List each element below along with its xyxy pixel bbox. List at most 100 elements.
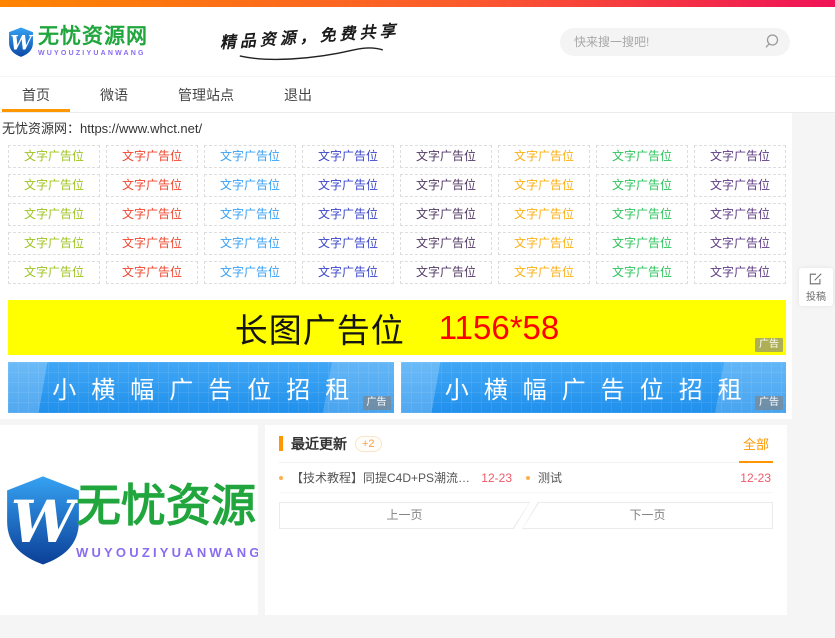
nav-item-label: 首页	[22, 85, 50, 105]
nav-item-logout[interactable]: 退出	[270, 77, 326, 112]
bottom-logo-title: 无忧资源网	[76, 481, 258, 531]
edit-compose-icon	[809, 272, 823, 286]
text-ad-slot[interactable]: 文字广告位	[8, 232, 100, 255]
nav-item-label: 微语	[100, 85, 128, 105]
text-ad-slot[interactable]: 文字广告位	[596, 261, 688, 284]
next-page-button[interactable]: 下一页	[522, 502, 773, 529]
recent-all-link[interactable]: 全部	[739, 426, 773, 463]
text-ad-grid: 文字广告位文字广告位文字广告位文字广告位文字广告位文字广告位文字广告位文字广告位…	[8, 145, 786, 284]
text-ad-slot[interactable]: 文字广告位	[694, 145, 786, 168]
text-ad-slot[interactable]: 文字广告位	[106, 203, 198, 226]
section-accent-bar	[279, 436, 283, 451]
text-ad-slot[interactable]: 文字广告位	[400, 232, 492, 255]
text-ad-slot[interactable]: 文字广告位	[694, 174, 786, 197]
recent-updates-title: 最近更新	[291, 434, 347, 454]
bullet-dot-icon	[526, 476, 530, 480]
text-ad-slot[interactable]: 文字广告位	[204, 232, 296, 255]
submit-post-label: 投稿	[806, 288, 826, 303]
next-page-label: 下一页	[522, 502, 773, 529]
text-ad-slot[interactable]: 文字广告位	[302, 145, 394, 168]
text-ad-slot[interactable]: 文字广告位	[204, 174, 296, 197]
text-ad-slot[interactable]: 文字广告位	[596, 174, 688, 197]
text-ad-slot[interactable]: 文字广告位	[400, 261, 492, 284]
ad-tag: 广告	[755, 396, 783, 410]
recent-item[interactable]: 测试 12-23	[526, 469, 773, 486]
text-ad-slot[interactable]: 文字广告位	[106, 174, 198, 197]
small-ad-banner-right[interactable]: 小横幅广告位招租 广告	[401, 362, 787, 413]
text-ad-slot[interactable]: 文字广告位	[498, 203, 590, 226]
small-banner-row: 小横幅广告位招租 广告 小横幅广告位招租 广告	[8, 362, 786, 413]
text-ad-slot[interactable]: 文字广告位	[106, 232, 198, 255]
search-button[interactable]	[763, 33, 780, 50]
recent-updates-count-badge: +2	[355, 436, 382, 452]
ad-tag: 广告	[363, 396, 391, 410]
recent-item-date: 12-23	[732, 471, 773, 485]
page: W 无忧资源网 WUYOUZIYUANWANG 精品资源，免费共享 首	[0, 0, 835, 638]
small-banner-text: 小横幅广告位招租	[37, 370, 364, 405]
nav-item-label: 退出	[284, 85, 312, 105]
bottom-section: W 无忧资源网 WUYOUZIYUANWANG 最近更新 +2 全部 【技术教程…	[0, 425, 787, 615]
submit-post-button[interactable]: 投稿	[799, 268, 833, 306]
bullet-dot-icon	[279, 476, 283, 480]
text-ad-slot[interactable]: 文字广告位	[596, 203, 688, 226]
text-ad-slot[interactable]: 文字广告位	[302, 232, 394, 255]
nav-item-manage-site[interactable]: 管理站点	[164, 77, 248, 112]
text-ad-slot[interactable]: 文字广告位	[8, 145, 100, 168]
right-gray-strip	[792, 113, 835, 638]
long-banner-title: 长图广告位	[235, 304, 405, 352]
text-ad-slot[interactable]: 文字广告位	[302, 203, 394, 226]
text-ad-slot[interactable]: 文字广告位	[302, 174, 394, 197]
recent-item-date: 12-23	[473, 471, 526, 485]
text-ad-slot[interactable]: 文字广告位	[498, 145, 590, 168]
recent-item[interactable]: 【技术教程】同提C4D+PS潮流海报案例课 12-23	[279, 469, 526, 486]
top-gradient-bar	[0, 0, 835, 7]
recent-item-title: 【技术教程】同提C4D+PS潮流海报案例课	[291, 469, 473, 486]
small-ad-banner-left[interactable]: 小横幅广告位招租 广告	[8, 362, 394, 413]
ad-tag: 广告	[755, 338, 783, 352]
shield-logo-icon: W	[8, 26, 34, 58]
search-box	[560, 28, 790, 56]
recent-item-title: 测试	[538, 469, 562, 486]
long-banner-size: 1156*58	[439, 309, 560, 347]
text-ad-slot[interactable]: 文字广告位	[204, 203, 296, 226]
small-banner-text: 小横幅广告位招租	[430, 370, 757, 405]
prev-page-label: 上一页	[279, 502, 530, 529]
slogan: 精品资源，免费共享	[219, 16, 401, 66]
nav-item-home[interactable]: 首页	[8, 77, 64, 112]
site-header: W 无忧资源网 WUYOUZIYUANWANG 精品资源，免费共享	[0, 7, 835, 77]
text-ad-slot[interactable]: 文字广告位	[106, 261, 198, 284]
text-ad-slot[interactable]: 文字广告位	[596, 145, 688, 168]
text-ad-slot[interactable]: 文字广告位	[694, 203, 786, 226]
bottom-logo-subtitle: WUYOUZIYUANWANG	[76, 545, 258, 560]
text-ad-slot[interactable]: 文字广告位	[694, 261, 786, 284]
shield-logo-icon-large: W	[4, 468, 82, 572]
bottom-logo-image[interactable]: W 无忧资源网 WUYOUZIYUANWANG	[0, 425, 258, 615]
text-ad-slot[interactable]: 文字广告位	[8, 174, 100, 197]
text-ad-slot[interactable]: 文字广告位	[204, 145, 296, 168]
long-ad-banner[interactable]: 长图广告位 1156*58 广告	[8, 300, 786, 355]
recent-updates-panel: 最近更新 +2 全部 【技术教程】同提C4D+PS潮流海报案例课 12-23 测…	[265, 425, 787, 615]
main-content: 无忧资源网：https://www.whct.net/ 文字广告位文字广告位文字…	[0, 113, 792, 419]
text-ad-slot[interactable]: 文字广告位	[694, 232, 786, 255]
prev-page-button[interactable]: 上一页	[279, 502, 530, 529]
pagination: 上一页 下一页	[279, 502, 773, 529]
site-url-line: 无忧资源网：https://www.whct.net/	[2, 118, 786, 137]
text-ad-slot[interactable]: 文字广告位	[106, 145, 198, 168]
text-ad-slot[interactable]: 文字广告位	[8, 203, 100, 226]
text-ad-slot[interactable]: 文字广告位	[400, 203, 492, 226]
main-nav: 首页 微语 管理站点 退出	[0, 77, 835, 113]
text-ad-slot[interactable]: 文字广告位	[400, 174, 492, 197]
text-ad-slot[interactable]: 文字广告位	[8, 261, 100, 284]
text-ad-slot[interactable]: 文字广告位	[596, 232, 688, 255]
search-input[interactable]	[574, 35, 763, 49]
text-ad-slot[interactable]: 文字广告位	[204, 261, 296, 284]
text-ad-slot[interactable]: 文字广告位	[400, 145, 492, 168]
text-ad-slot[interactable]: 文字广告位	[498, 174, 590, 197]
svg-text:W: W	[10, 31, 34, 54]
nav-item-weiyu[interactable]: 微语	[86, 77, 142, 112]
text-ad-slot[interactable]: 文字广告位	[302, 261, 394, 284]
text-ad-slot[interactable]: 文字广告位	[498, 261, 590, 284]
text-ad-slot[interactable]: 文字广告位	[498, 232, 590, 255]
site-logo[interactable]: W 无忧资源网 WUYOUZIYUANWANG	[8, 26, 148, 58]
logo-title: 无忧资源网	[38, 26, 148, 48]
